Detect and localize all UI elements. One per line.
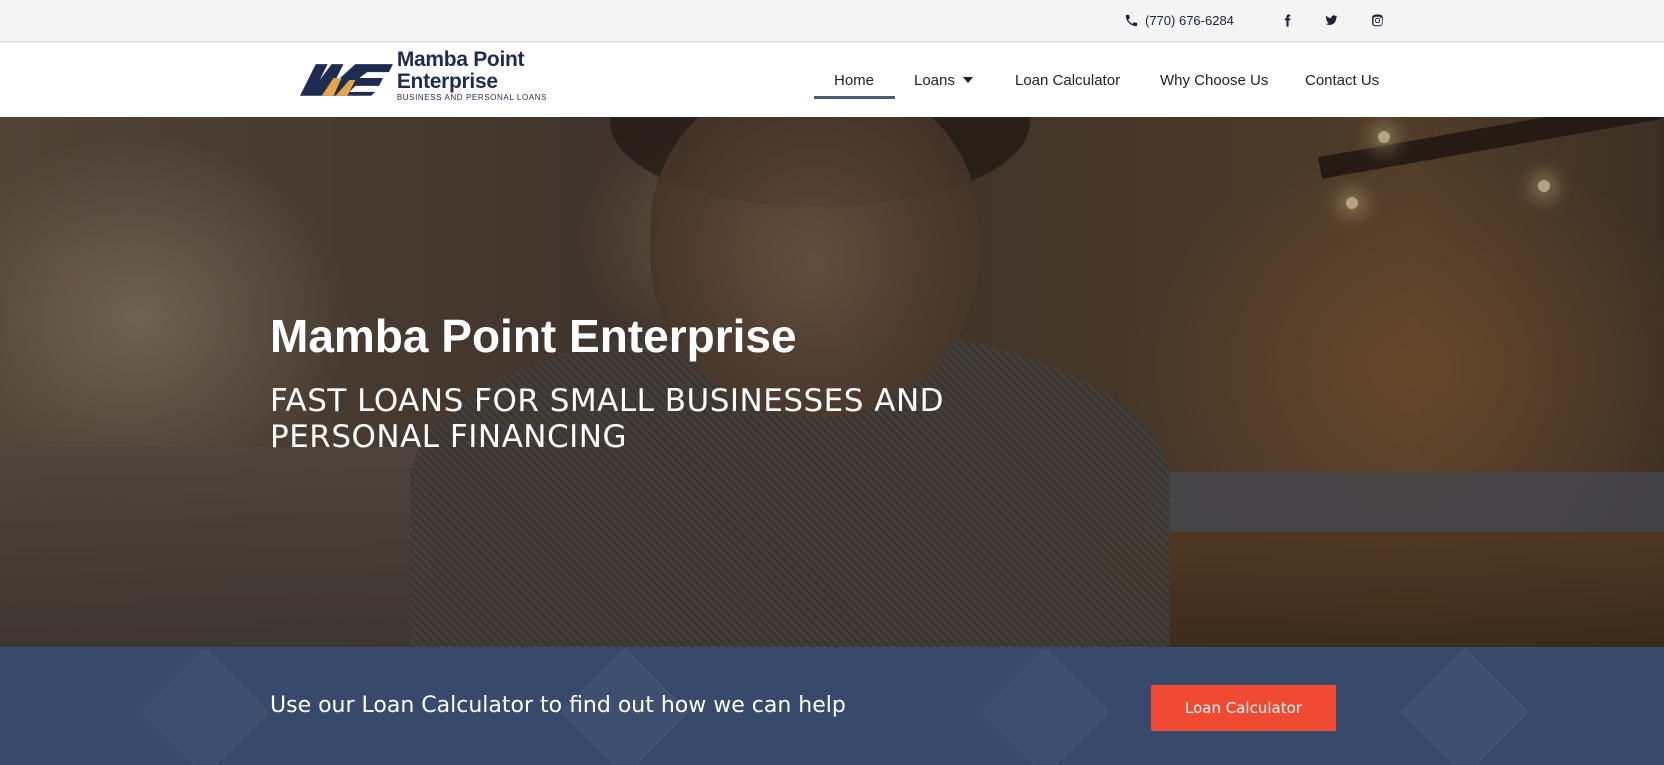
hero-subtitle: FAST LOANS FOR SMALL BUSINESSES AND PERS… (270, 383, 945, 455)
logo-text: Mamba Point Enterprise BUSINESS AND PERS… (397, 49, 628, 103)
phone-icon (1125, 14, 1138, 26)
loan-calculator-button[interactable]: Loan Calculator (1151, 685, 1336, 731)
phone-number: (770) 676-6284 (1145, 12, 1234, 28)
twitter-link[interactable] (1322, 11, 1340, 29)
nav-loans-label: Loans (914, 71, 955, 89)
nav-contact-us[interactable]: Contact Us (1305, 69, 1379, 91)
hero-overlay (0, 117, 1664, 647)
twitter-icon (1325, 14, 1337, 25)
instagram-icon (1371, 14, 1383, 26)
decorative-diamond (141, 648, 269, 765)
decorative-diamond (1401, 648, 1529, 765)
instagram-link[interactable] (1368, 11, 1386, 29)
nav-loans[interactable]: Loans (914, 69, 973, 91)
nav-home-label: Home (834, 71, 875, 89)
nav-why-choose-us-label: Why Choose Us (1160, 71, 1269, 89)
nav-loan-calculator[interactable]: Loan Calculator (1015, 69, 1120, 91)
nav-home[interactable]: Home (834, 69, 874, 91)
hero-section: Mamba Point Enterprise FAST LOANS FOR SM… (0, 117, 1664, 647)
cta-text: Use our Loan Calculator to find out how … (270, 693, 846, 718)
facebook-icon (1284, 14, 1290, 26)
phone-link[interactable]: (770) 676-6284 (1124, 10, 1234, 30)
site-header: Mamba Point Enterprise BUSINESS AND PERS… (0, 43, 1664, 117)
nav-why-choose-us[interactable]: Why Choose Us (1160, 69, 1268, 91)
caret-down-icon (962, 77, 973, 83)
nav-active-indicator (814, 96, 895, 99)
nav-contact-us-label: Contact Us (1305, 71, 1380, 89)
site-logo[interactable]: Mamba Point Enterprise BUSINESS AND PERS… (298, 49, 628, 103)
decorative-diamond (981, 648, 1109, 765)
nav-loan-calculator-label: Loan Calculator (1015, 71, 1121, 89)
facebook-link[interactable] (1278, 11, 1296, 29)
brand-logo-icon (299, 64, 393, 96)
top-bar: (770) 676-6284 (0, 0, 1664, 42)
cta-band: Use our Loan Calculator to find out how … (0, 647, 1664, 765)
hero-title: Mamba Point Enterprise (270, 310, 797, 362)
logo-tagline: BUSINESS AND PERSONAL LOANS (396, 93, 548, 102)
logo-name: Mamba Point Enterprise (396, 48, 525, 93)
